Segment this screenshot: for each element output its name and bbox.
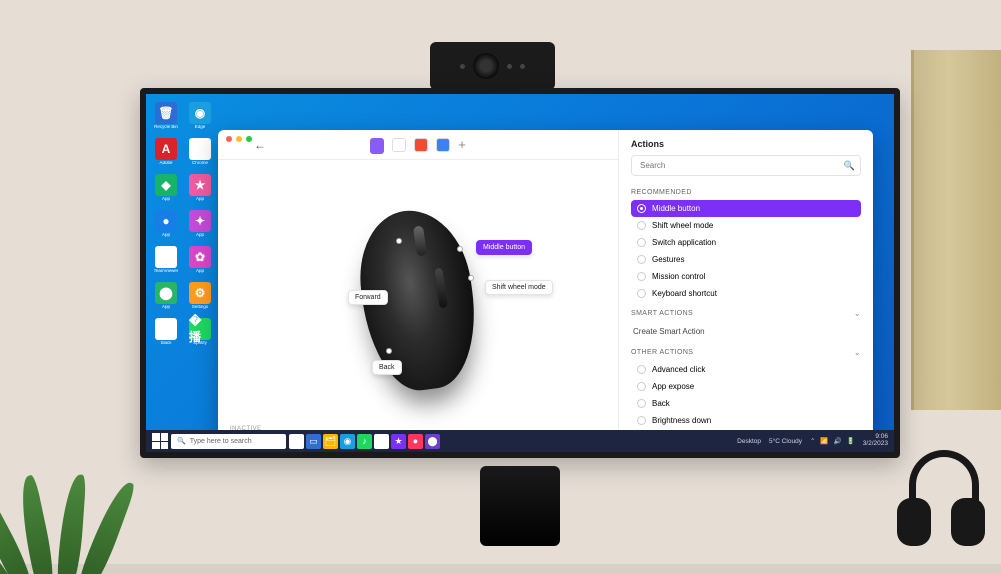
radio-icon bbox=[637, 382, 646, 391]
add-app-button[interactable]: + bbox=[458, 137, 466, 152]
section-recommended-header[interactable]: RECOMMENDED bbox=[631, 182, 861, 200]
actions-panel: Actions 🔍 RECOMMENDED Middle buttonShift… bbox=[618, 130, 873, 440]
radio-icon bbox=[637, 272, 646, 281]
action-item[interactable]: Advanced click bbox=[631, 361, 861, 378]
weather-widget[interactable]: 5°C Cloudy bbox=[769, 438, 802, 445]
app-switcher-item[interactable] bbox=[436, 138, 450, 152]
taskbar-pin[interactable]: ★ bbox=[391, 434, 406, 449]
action-item[interactable]: Middle button bbox=[631, 200, 861, 217]
desktop-screen: 🗑Recycle Bin◉EdgeAAdobe◯Chrome◆App★App●A… bbox=[146, 94, 894, 452]
desktop-icon[interactable]: ★App bbox=[186, 174, 214, 207]
mouse-configurator: Middle button Shift wheel mode Forward B… bbox=[218, 160, 618, 440]
desktop-icon[interactable]: ⚙Settings bbox=[186, 282, 214, 315]
app-switcher-item[interactable] bbox=[392, 138, 406, 152]
desktop-icon[interactable]: 🗑Recycle Bin bbox=[152, 102, 180, 135]
callout-middle-button[interactable]: Middle button bbox=[476, 240, 532, 255]
search-icon: 🔍 bbox=[177, 437, 186, 445]
tray-icon[interactable]: 📶 bbox=[820, 437, 828, 445]
callout-forward[interactable]: Forward bbox=[348, 290, 388, 305]
radio-icon bbox=[637, 399, 646, 408]
action-item[interactable]: Back bbox=[631, 395, 861, 412]
action-item[interactable]: Gestures bbox=[631, 251, 861, 268]
taskbar-desktop-label[interactable]: Desktop bbox=[737, 438, 761, 445]
taskbar-pin[interactable]: ⬤ bbox=[425, 434, 440, 449]
desktop-icon[interactable]: ◆App bbox=[152, 174, 180, 207]
radio-icon bbox=[637, 416, 646, 425]
desktop-icon[interactable]: #Slack bbox=[152, 318, 180, 351]
tray-icon[interactable]: 🔋 bbox=[847, 437, 855, 445]
picture-frame bbox=[911, 50, 1001, 410]
desktop-icon[interactable]: ●App bbox=[152, 210, 180, 243]
desktop-icon[interactable]: ✦App bbox=[186, 210, 214, 243]
monitor: 🗑Recycle Bin◉EdgeAAdobe◯Chrome◆App★App●A… bbox=[140, 88, 900, 458]
desktop-icon[interactable]: ⟲TeamViewer bbox=[152, 246, 180, 279]
callout-back[interactable]: Back bbox=[372, 360, 402, 375]
desktop-icon[interactable]: ◉Edge bbox=[186, 102, 214, 135]
action-item[interactable]: Switch application bbox=[631, 234, 861, 251]
action-item[interactable]: Brightness down bbox=[631, 412, 861, 429]
taskbar-pin[interactable]: 🗂 bbox=[323, 434, 338, 449]
start-button[interactable] bbox=[152, 433, 168, 449]
callout-shift-wheel-mode[interactable]: Shift wheel mode bbox=[485, 280, 553, 295]
panel-title: Actions bbox=[619, 130, 873, 155]
section-smart-header[interactable]: SMART ACTIONS ⌄ bbox=[631, 302, 861, 322]
taskbar-pin[interactable]: ◉ bbox=[340, 434, 355, 449]
taskbar-pin[interactable]: ▭ bbox=[306, 434, 321, 449]
create-smart-action-link[interactable]: Create Smart Action bbox=[631, 322, 861, 341]
taskbar-pin[interactable]: ♪ bbox=[357, 434, 372, 449]
desktop-icon[interactable]: ⬤App bbox=[152, 282, 180, 315]
radio-icon bbox=[637, 238, 646, 247]
desktop-icon[interactable]: AAdobe bbox=[152, 138, 180, 171]
action-item[interactable]: Keyboard shortcut bbox=[631, 285, 861, 302]
desktop-icon[interactable]: ✿App bbox=[186, 246, 214, 279]
chevron-down-icon: ⌄ bbox=[854, 309, 861, 318]
chevron-down-icon: ⌄ bbox=[854, 348, 861, 357]
search-input[interactable] bbox=[631, 155, 861, 176]
webcam bbox=[430, 42, 555, 90]
radio-icon bbox=[637, 365, 646, 374]
desktop-icon[interactable]: ◯Chrome bbox=[186, 138, 214, 171]
action-item[interactable]: App expose bbox=[631, 378, 861, 395]
radio-icon bbox=[637, 204, 646, 213]
desktop-icon[interactable]: �播Spotify bbox=[186, 318, 214, 351]
radio-icon bbox=[637, 255, 646, 264]
radio-icon bbox=[637, 289, 646, 298]
taskbar-date[interactable]: 3/2/2023 bbox=[863, 441, 888, 448]
tray-icon[interactable]: ⌃ bbox=[810, 437, 815, 445]
action-item[interactable]: Shift wheel mode bbox=[631, 217, 861, 234]
taskbar-pin[interactable]: ● bbox=[408, 434, 423, 449]
radio-icon bbox=[637, 221, 646, 230]
section-other-header[interactable]: OTHER ACTIONS ⌄ bbox=[631, 341, 861, 361]
app-switcher-item[interactable] bbox=[370, 138, 384, 152]
tray-icon[interactable]: 🔊 bbox=[834, 437, 842, 445]
windows-taskbar: 🔍 Type here to search ⊞▭🗂◉♪◯★●⬤ Desktop … bbox=[146, 430, 894, 452]
logi-options-window: ← + Middle button Shift wheel mode Forw bbox=[218, 130, 873, 440]
taskbar-pin[interactable]: ◯ bbox=[374, 434, 389, 449]
taskbar-search[interactable]: 🔍 Type here to search bbox=[171, 434, 286, 449]
action-item[interactable]: Mission control bbox=[631, 268, 861, 285]
app-switcher-bar: + bbox=[218, 130, 618, 160]
app-switcher-item[interactable] bbox=[414, 138, 428, 152]
taskbar-pin[interactable]: ⊞ bbox=[289, 434, 304, 449]
taskbar-search-placeholder: Type here to search bbox=[190, 438, 252, 445]
